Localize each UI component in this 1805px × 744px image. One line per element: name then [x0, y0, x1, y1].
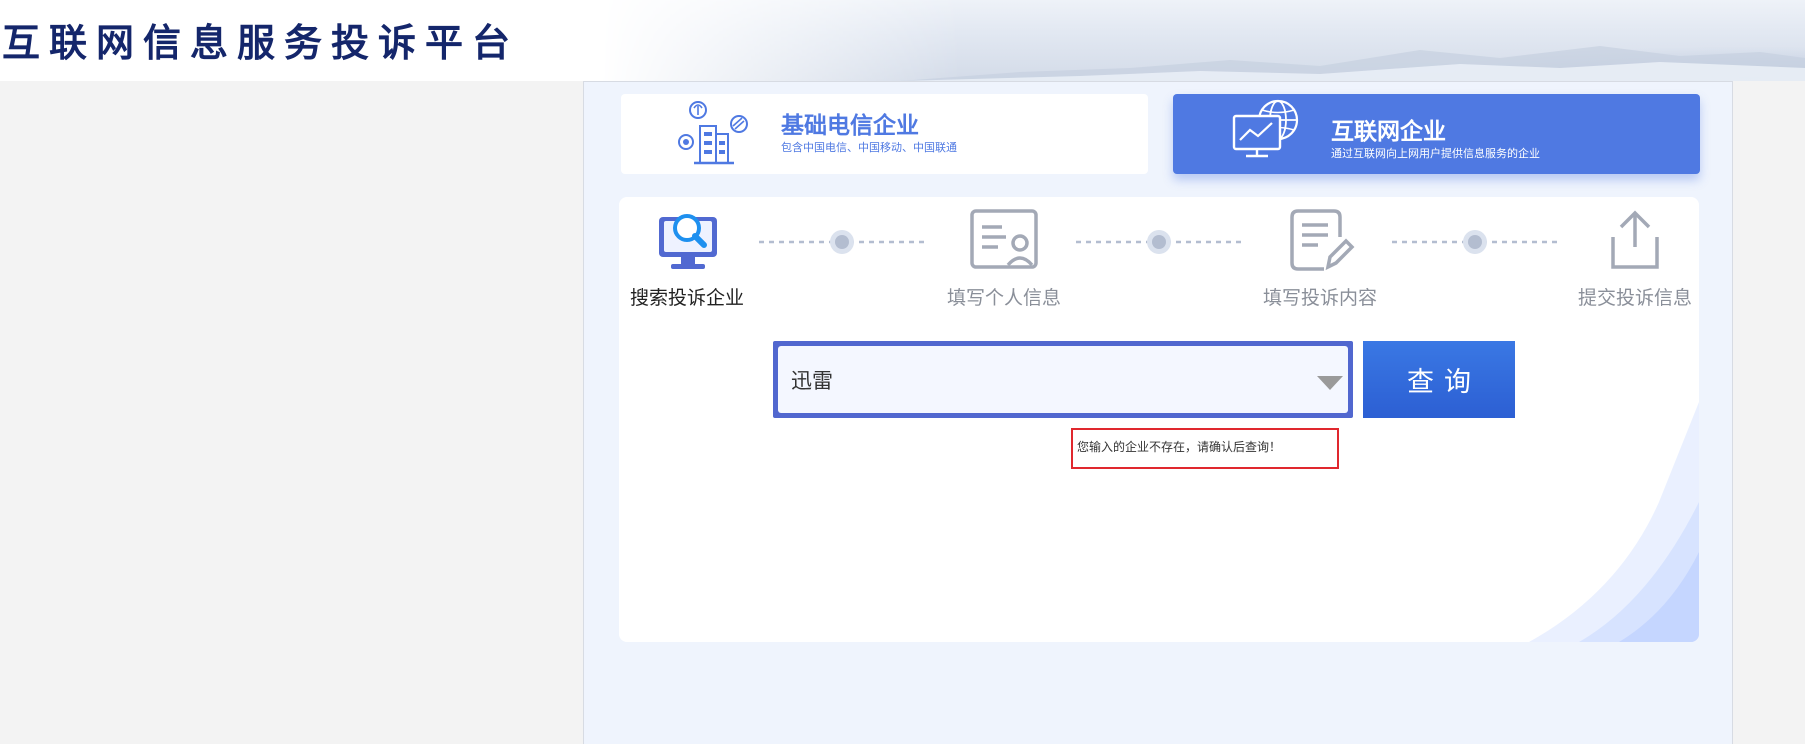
step-search-company: 搜索投诉企业 — [619, 207, 757, 310]
main-panel: 基础电信企业 包含中国电信、中国移动、中国联通 互联网企业 通过互联网向上网用户… — [583, 81, 1733, 744]
step-connector — [1076, 230, 1242, 254]
personal-info-icon — [970, 209, 1038, 269]
category-title: 互联网企业 — [1331, 119, 1446, 145]
step-label: 提交投诉信息 — [1577, 287, 1692, 309]
edit-document-icon — [1290, 209, 1355, 271]
decorative-corner-shape — [1529, 402, 1699, 642]
step-personal-info: 填写个人信息 — [934, 207, 1074, 310]
step-connector — [1392, 230, 1558, 254]
upload-icon — [1611, 210, 1659, 269]
category-subtitle: 通过互联网向上网用户提供信息服务的企业 — [1331, 147, 1540, 160]
search-error-message: 您输入的企业不存在，请确认后查询！ — [1071, 428, 1339, 469]
company-search-box — [773, 341, 1353, 418]
telecom-buildings-icon — [678, 101, 748, 165]
step-connector — [759, 230, 925, 254]
globe-monitor-icon — [1232, 99, 1299, 158]
step-label: 搜索投诉企业 — [629, 287, 744, 309]
step-label: 填写投诉内容 — [1262, 287, 1377, 309]
monitor-search-icon — [659, 214, 717, 269]
query-button[interactable]: 查询 — [1363, 341, 1515, 418]
category-title: 基础电信企业 — [781, 113, 919, 139]
category-subtitle: 包含中国电信、中国移动、中国联通 — [781, 141, 957, 154]
company-search-inner — [778, 346, 1348, 413]
step-label: 填写个人信息 — [946, 287, 1061, 309]
site-header: 互联网信息服务投诉平台 — [0, 0, 1805, 81]
company-search-input[interactable] — [778, 346, 1348, 413]
category-card-internet[interactable]: 互联网企业 通过互联网向上网用户提供信息服务的企业 — [1173, 94, 1700, 174]
mountain-banner-image — [900, 46, 1805, 81]
site-title: 互联网信息服务投诉平台 — [2, 21, 520, 65]
step-complaint-content: 填写投诉内容 — [1250, 207, 1390, 310]
step-submit-complaint: 提交投诉信息 — [1565, 207, 1699, 310]
complaint-steps-card: 搜索投诉企业 填写个人信息 填写投诉内容 提交投诉信息 迅雷 查询 您输入的企业… — [619, 197, 1699, 642]
category-card-basic-telecom[interactable]: 基础电信企业 包含中国电信、中国移动、中国联通 — [621, 94, 1148, 174]
caret-down-icon[interactable] — [1317, 376, 1343, 390]
